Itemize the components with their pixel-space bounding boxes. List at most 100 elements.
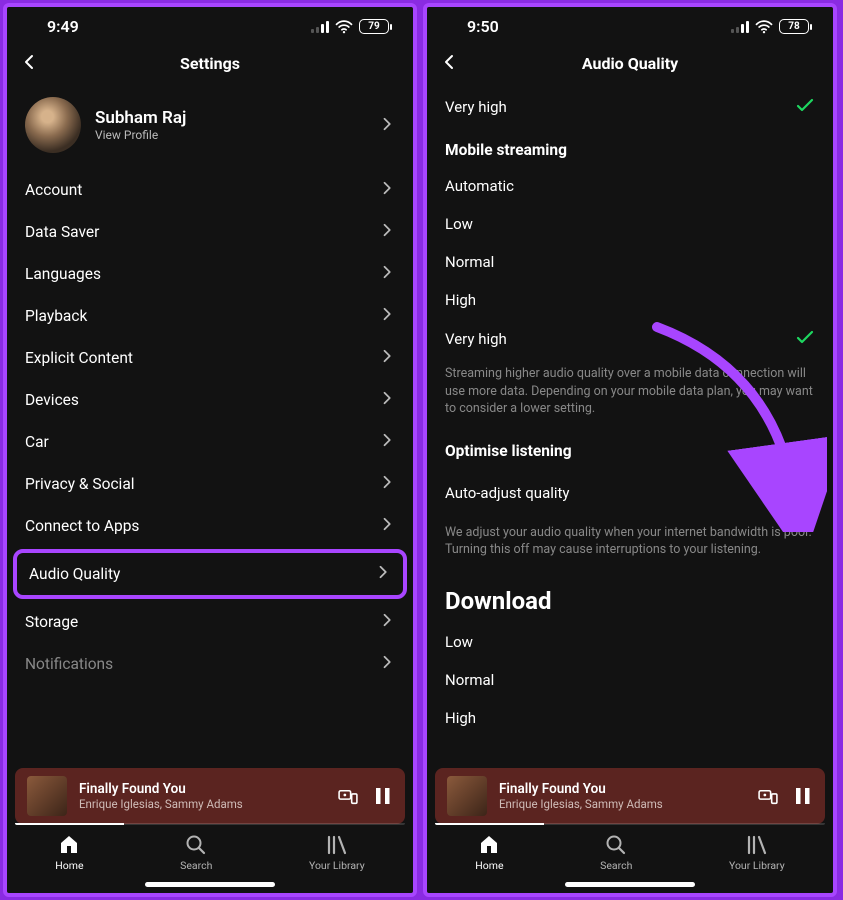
audio-quality-content[interactable]: Very high Mobile streaming AutomaticLowN…	[427, 87, 833, 768]
now-playing-bar[interactable]: Finally Found You Enrique Iglesias, Samm…	[15, 768, 405, 824]
chevron-right-icon	[381, 307, 395, 325]
nav-header: Settings	[7, 40, 413, 87]
tab-search[interactable]: Search	[180, 834, 212, 872]
setting-label: Connect to Apps	[25, 517, 139, 535]
settings-item-audio-quality[interactable]: Audio Quality	[17, 553, 403, 595]
status-icons: 78	[731, 19, 809, 34]
avatar	[25, 97, 81, 153]
check-icon	[795, 97, 815, 117]
tab-search[interactable]: Search	[600, 834, 632, 872]
search-icon	[605, 834, 627, 856]
phone-settings: 9:49 79 Settings Subham Raj View Profile…	[3, 3, 417, 897]
battery-icon: 79	[359, 19, 389, 34]
highlight-audio-quality: Audio Quality	[13, 549, 407, 599]
setting-label: Account	[25, 181, 82, 199]
setting-label: Notifications	[25, 655, 113, 673]
setting-label: Privacy & Social	[25, 475, 135, 493]
now-playing-bar[interactable]: Finally Found You Enrique Iglesias, Samm…	[435, 768, 825, 824]
chevron-right-icon	[381, 475, 395, 493]
np-artist: Enrique Iglesias, Sammy Adams	[79, 797, 325, 811]
pause-icon[interactable]	[793, 786, 813, 806]
tab-home[interactable]: Home	[475, 834, 503, 872]
back-button[interactable]	[441, 54, 457, 74]
option-download-low[interactable]: Low	[427, 623, 833, 661]
pause-icon[interactable]	[373, 786, 393, 806]
nav-header: Audio Quality	[427, 40, 833, 87]
home-indicator[interactable]	[145, 882, 275, 887]
section-download: Download	[427, 569, 833, 623]
chevron-right-icon	[381, 517, 395, 535]
settings-item-explicit-content[interactable]: Explicit Content	[7, 337, 413, 379]
mobile-streaming-desc: Streaming higher audio quality over a mo…	[427, 359, 833, 428]
settings-item-languages[interactable]: Languages	[7, 253, 413, 295]
cellular-signal-icon	[731, 21, 749, 33]
np-artist: Enrique Iglesias, Sammy Adams	[499, 797, 745, 811]
battery-icon: 78	[779, 19, 809, 34]
chevron-right-icon	[381, 613, 395, 631]
wifi-icon	[755, 19, 773, 34]
settings-item-notifications[interactable]: Notifications	[7, 643, 413, 685]
chevron-right-icon	[377, 565, 391, 583]
back-button[interactable]	[21, 54, 37, 74]
wifi-icon	[335, 19, 353, 34]
chevron-right-icon	[381, 349, 395, 367]
chevron-right-icon	[381, 265, 395, 283]
option-mobile-automatic[interactable]: Automatic	[427, 167, 833, 205]
auto-adjust-desc: We adjust your audio quality when your i…	[427, 518, 833, 569]
home-icon	[58, 834, 80, 856]
setting-label: Explicit Content	[25, 349, 133, 367]
tab-library[interactable]: Your Library	[729, 834, 785, 872]
settings-item-data-saver[interactable]: Data Saver	[7, 211, 413, 253]
tab-home[interactable]: Home	[55, 834, 83, 872]
chevron-left-icon	[21, 54, 37, 70]
auto-adjust-toggle[interactable]	[763, 478, 815, 508]
option-wifi-very-high[interactable]: Very high	[427, 87, 833, 127]
option-mobile-high[interactable]: High	[427, 281, 833, 319]
settings-item-storage[interactable]: Storage	[7, 601, 413, 643]
option-mobile-low[interactable]: Low	[427, 205, 833, 243]
home-indicator[interactable]	[565, 882, 695, 887]
settings-content[interactable]: Subham Raj View Profile Account Data Save…	[7, 87, 413, 768]
tab-library[interactable]: Your Library	[309, 834, 365, 872]
cellular-signal-icon	[311, 21, 329, 33]
settings-item-devices[interactable]: Devices	[7, 379, 413, 421]
chevron-right-icon	[381, 223, 395, 241]
profile-name: Subham Raj	[95, 108, 367, 128]
settings-item-connect-to-apps[interactable]: Connect to Apps	[7, 505, 413, 547]
option-mobile-very-high[interactable]: Very high	[427, 319, 833, 359]
option-download-high[interactable]: High	[427, 699, 833, 737]
album-art	[447, 776, 487, 816]
setting-label: Devices	[25, 391, 79, 409]
setting-label: Car	[25, 433, 49, 451]
settings-item-playback[interactable]: Playback	[7, 295, 413, 337]
page-title: Settings	[180, 54, 240, 73]
option-mobile-normal[interactable]: Normal	[427, 243, 833, 281]
phone-audio-quality: 9:50 78 Audio Quality Very high Mobile s…	[423, 3, 837, 897]
page-title: Audio Quality	[582, 54, 678, 73]
album-art	[27, 776, 67, 816]
section-mobile-streaming: Mobile streaming	[427, 127, 833, 167]
library-icon	[326, 834, 348, 856]
np-title: Finally Found You	[499, 781, 745, 797]
settings-item-privacy-social[interactable]: Privacy & Social	[7, 463, 413, 505]
settings-item-car[interactable]: Car	[7, 421, 413, 463]
setting-label: Data Saver	[25, 223, 99, 241]
profile-row[interactable]: Subham Raj View Profile	[7, 87, 413, 169]
devices-icon[interactable]	[337, 786, 359, 806]
tab-bar: Home Search Your Library	[427, 824, 833, 878]
library-icon	[746, 834, 768, 856]
devices-icon[interactable]	[757, 786, 779, 806]
setting-label: Storage	[25, 613, 78, 631]
settings-item-account[interactable]: Account	[7, 169, 413, 211]
chevron-right-icon	[381, 116, 395, 135]
setting-label: Languages	[25, 265, 101, 283]
profile-subtitle: View Profile	[95, 128, 367, 142]
option-download-normal[interactable]: Normal	[427, 661, 833, 699]
status-bar: 9:49 79	[7, 7, 413, 40]
status-bar: 9:50 78	[427, 7, 833, 40]
chevron-right-icon	[381, 433, 395, 451]
home-icon	[478, 834, 500, 856]
np-title: Finally Found You	[79, 781, 325, 797]
chevron-right-icon	[381, 655, 395, 673]
chevron-right-icon	[381, 391, 395, 409]
